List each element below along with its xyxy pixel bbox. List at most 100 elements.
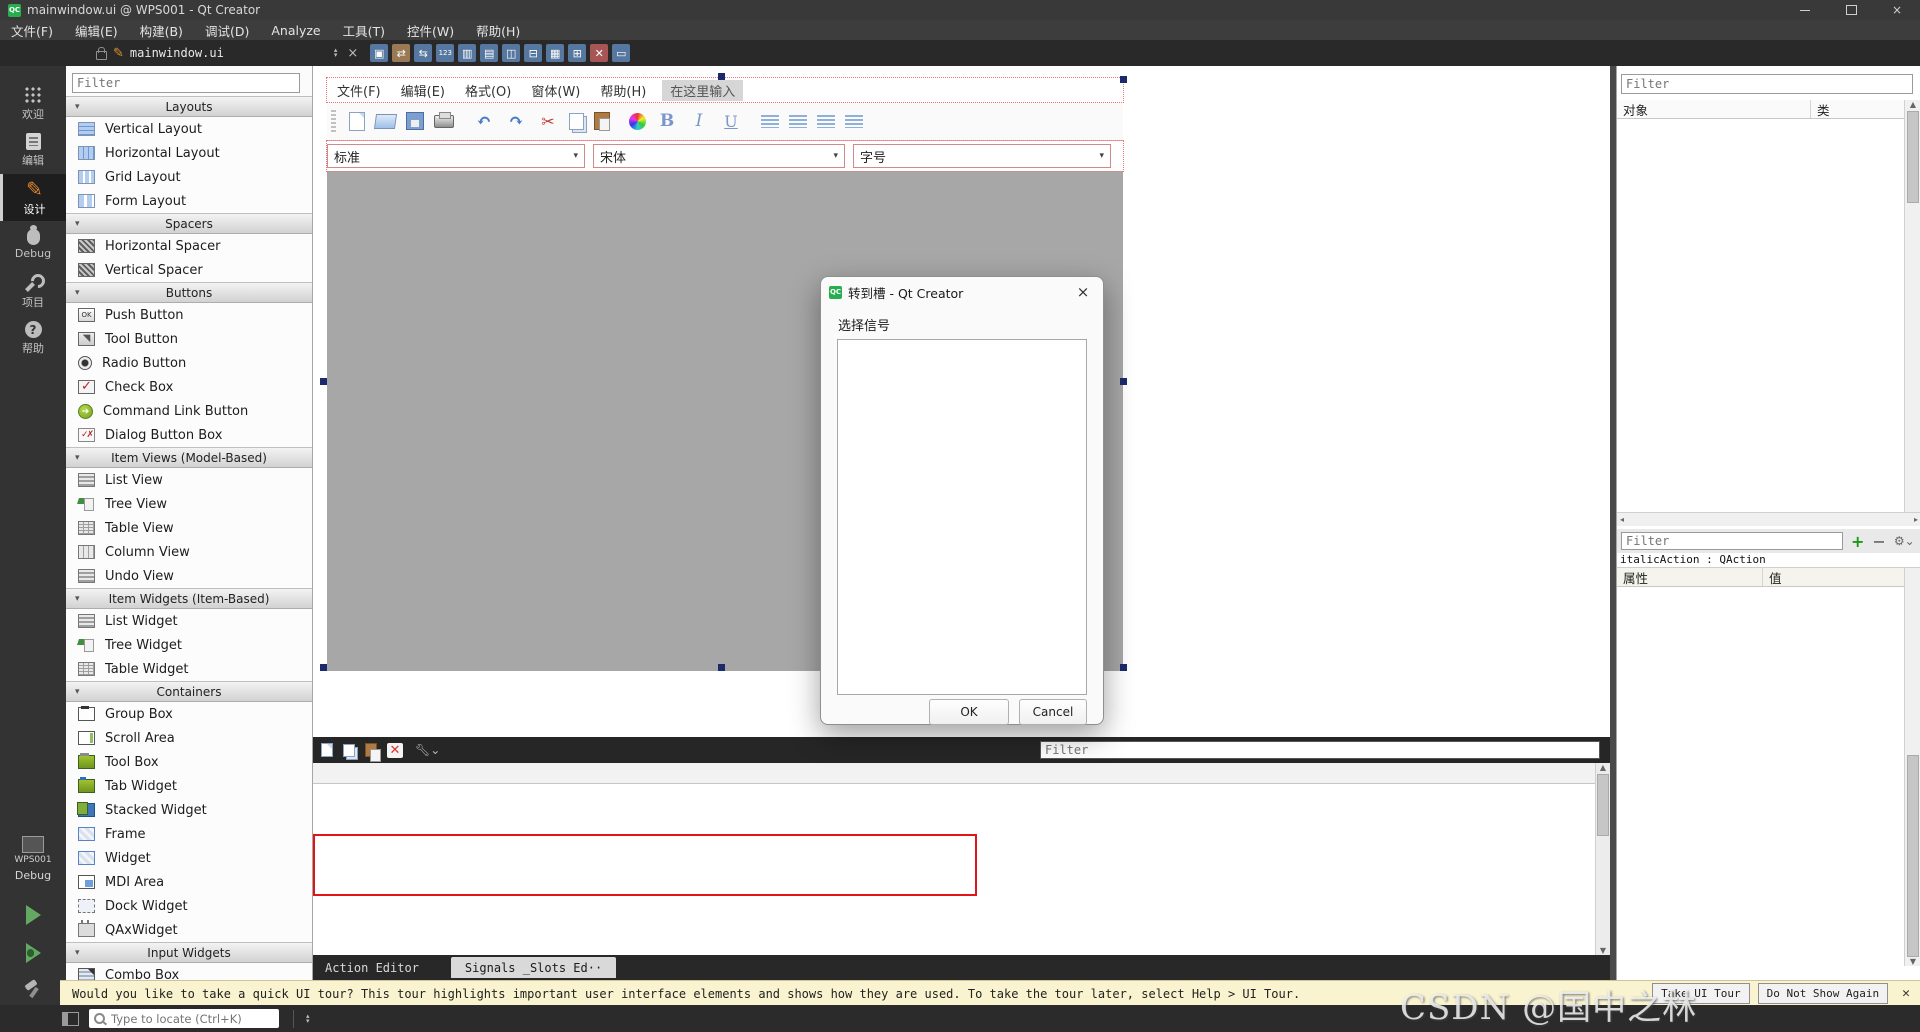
widget-combo-box[interactable]: Combo Box bbox=[66, 963, 312, 980]
selection-handle[interactable] bbox=[1120, 76, 1127, 83]
minimize-button[interactable] bbox=[1782, 0, 1828, 20]
toolbar-drag-handle[interactable] bbox=[331, 110, 336, 132]
locator[interactable] bbox=[89, 1009, 279, 1028]
layout-vertical-icon[interactable]: ▤ bbox=[480, 44, 498, 62]
layout-hsplit-icon[interactable]: ◫ bbox=[502, 44, 520, 62]
object-inspector-filter-input[interactable] bbox=[1621, 74, 1913, 94]
widget-table-view[interactable]: Table View bbox=[66, 516, 312, 540]
do-not-show-again-button[interactable]: Do Not Show Again bbox=[1758, 983, 1889, 1004]
align-justify-icon[interactable] bbox=[845, 115, 863, 128]
paste-icon[interactable] bbox=[594, 112, 610, 130]
locator-input[interactable] bbox=[109, 1011, 263, 1027]
widget-dialog-button-box[interactable]: Dialog Button Box bbox=[66, 423, 312, 447]
widget-tab-widget[interactable]: Tab Widget bbox=[66, 774, 312, 798]
widget-form-layout[interactable]: Form Layout bbox=[66, 189, 312, 213]
kit-monitor-icon[interactable] bbox=[22, 836, 44, 853]
widget-group-box[interactable]: Group Box bbox=[66, 702, 312, 726]
action-table-scrollbar[interactable]: ▲▼ bbox=[1595, 763, 1610, 955]
undo-icon[interactable] bbox=[473, 111, 495, 131]
sidebar-mode-设计[interactable]: ✎设计 bbox=[0, 174, 66, 221]
action-filter-input[interactable] bbox=[1040, 741, 1600, 759]
menu-item-2[interactable]: 构建(B) bbox=[129, 21, 194, 40]
widget-scroll-area[interactable]: Scroll Area bbox=[66, 726, 312, 750]
form-menu-item-0[interactable]: 文件(F) bbox=[327, 81, 391, 100]
sidebar-mode-debug[interactable]: Debug bbox=[0, 221, 66, 268]
remove-property-icon[interactable]: − bbox=[1872, 532, 1885, 551]
menu-item-0[interactable]: 文件(F) bbox=[0, 21, 64, 40]
close-document-icon[interactable]: × bbox=[347, 46, 358, 61]
document-spinner[interactable]: ▴▾ bbox=[334, 48, 338, 58]
widgetbox-section-containers[interactable]: ▾Containers bbox=[66, 681, 312, 702]
copy-action-icon[interactable] bbox=[343, 744, 355, 757]
widget-column-view[interactable]: Column View bbox=[66, 540, 312, 564]
widget-horizontal-layout[interactable]: Horizontal Layout bbox=[66, 141, 312, 165]
sidebar-mode-帮助[interactable]: ?帮助 bbox=[0, 315, 66, 362]
property-filter-input[interactable] bbox=[1621, 532, 1843, 550]
form-combo-标准[interactable]: 标准▾ bbox=[327, 144, 585, 168]
widgetbox-section-item-widgets-item-based[interactable]: ▾Item Widgets (Item-Based) bbox=[66, 588, 312, 609]
close-button[interactable]: × bbox=[1874, 0, 1920, 20]
infobar-close-icon[interactable]: ✕ bbox=[1902, 986, 1910, 1001]
sidebar-mode-项目[interactable]: 项目 bbox=[0, 268, 66, 315]
cancel-button[interactable]: Cancel bbox=[1019, 699, 1087, 725]
color-icon[interactable] bbox=[629, 113, 646, 130]
bold-icon[interactable] bbox=[656, 111, 678, 131]
property-config-wrench-icon[interactable]: ⚙︎⌄ bbox=[1894, 534, 1915, 548]
widget-frame[interactable]: Frame bbox=[66, 822, 312, 846]
ok-button[interactable]: OK bbox=[929, 699, 1009, 725]
redo-icon[interactable] bbox=[505, 111, 527, 131]
property-scrollbar[interactable]: ▼ bbox=[1904, 568, 1920, 966]
widget-push-button[interactable]: Push Button bbox=[66, 303, 312, 327]
new-icon[interactable] bbox=[349, 112, 365, 131]
selection-handle[interactable] bbox=[1120, 378, 1127, 385]
layout-horizontal-icon[interactable]: ▥ bbox=[458, 44, 476, 62]
widget-undo-view[interactable]: Undo View bbox=[66, 564, 312, 588]
widget-mdi-area[interactable]: MDI Area bbox=[66, 870, 312, 894]
new-action-icon[interactable] bbox=[321, 743, 333, 757]
kit-name[interactable]: WPS001 bbox=[14, 855, 51, 865]
adjust-size-icon[interactable]: ▭ bbox=[612, 44, 630, 62]
menu-item-4[interactable]: Analyze bbox=[260, 23, 331, 38]
italic-icon[interactable] bbox=[688, 111, 710, 131]
widgetbox-section-item-views-model-based[interactable]: ▾Item Views (Model-Based) bbox=[66, 447, 312, 468]
widget-tool-box[interactable]: Tool Box bbox=[66, 750, 312, 774]
widget-tree-widget[interactable]: Tree Widget bbox=[66, 633, 312, 657]
menu-item-6[interactable]: 控件(W) bbox=[396, 21, 465, 40]
form-menu-item-4[interactable]: 帮助(H) bbox=[590, 81, 656, 100]
widget-qaxwidget[interactable]: QAxWidget bbox=[66, 918, 312, 942]
form-type-here[interactable]: 在这里输入 bbox=[662, 80, 743, 101]
form-menu-item-3[interactable]: 窗体(W) bbox=[521, 81, 590, 100]
widget-dock-widget[interactable]: Dock Widget bbox=[66, 894, 312, 918]
column-class[interactable]: 类 bbox=[1811, 100, 1830, 118]
debug-run-button[interactable] bbox=[26, 943, 41, 963]
edit-signals-icon[interactable]: ⇄ bbox=[392, 44, 410, 62]
align-left-icon[interactable] bbox=[761, 115, 779, 128]
sidebar-mode-欢迎[interactable]: 欢迎 bbox=[0, 80, 66, 127]
break-layout-icon[interactable]: ✕ bbox=[590, 44, 608, 62]
column-property[interactable]: 属性 bbox=[1617, 568, 1763, 586]
form-menu-item-2[interactable]: 格式(O) bbox=[455, 81, 521, 100]
print-icon[interactable] bbox=[434, 115, 454, 128]
form-menu-item-1[interactable]: 编辑(E) bbox=[391, 81, 455, 100]
underline-icon[interactable] bbox=[720, 111, 742, 131]
dialog-close-icon[interactable]: × bbox=[1063, 283, 1103, 301]
widget-vertical-layout[interactable]: Vertical Layout bbox=[66, 117, 312, 141]
menu-item-7[interactable]: 帮助(H) bbox=[465, 21, 531, 40]
widget-radio-button[interactable]: Radio Button bbox=[66, 351, 312, 375]
cut-icon[interactable] bbox=[537, 111, 559, 131]
menu-item-1[interactable]: 编辑(E) bbox=[64, 21, 129, 40]
edit-widgets-icon[interactable]: ▣ bbox=[370, 44, 388, 62]
open-document-name[interactable]: mainwindow.ui bbox=[130, 46, 224, 60]
maximize-button[interactable] bbox=[1828, 0, 1874, 20]
form-combo-字号[interactable]: 字号▾ bbox=[853, 144, 1111, 168]
run-button[interactable] bbox=[26, 905, 41, 925]
selection-handle[interactable] bbox=[718, 73, 725, 80]
widget-list-view[interactable]: List View bbox=[66, 468, 312, 492]
widgetbox-filter-input[interactable] bbox=[72, 73, 300, 93]
tab-signals-slots-editor[interactable]: Signals _Slots Ed·· bbox=[451, 957, 616, 978]
delete-action-icon[interactable]: ✕ bbox=[387, 743, 403, 758]
build-button[interactable] bbox=[24, 980, 42, 998]
widget-vertical-spacer[interactable]: Vertical Spacer bbox=[66, 258, 312, 282]
layout-vsplit-icon[interactable]: ⊟ bbox=[524, 44, 542, 62]
sidebar-toggle-icon[interactable] bbox=[62, 1012, 79, 1026]
